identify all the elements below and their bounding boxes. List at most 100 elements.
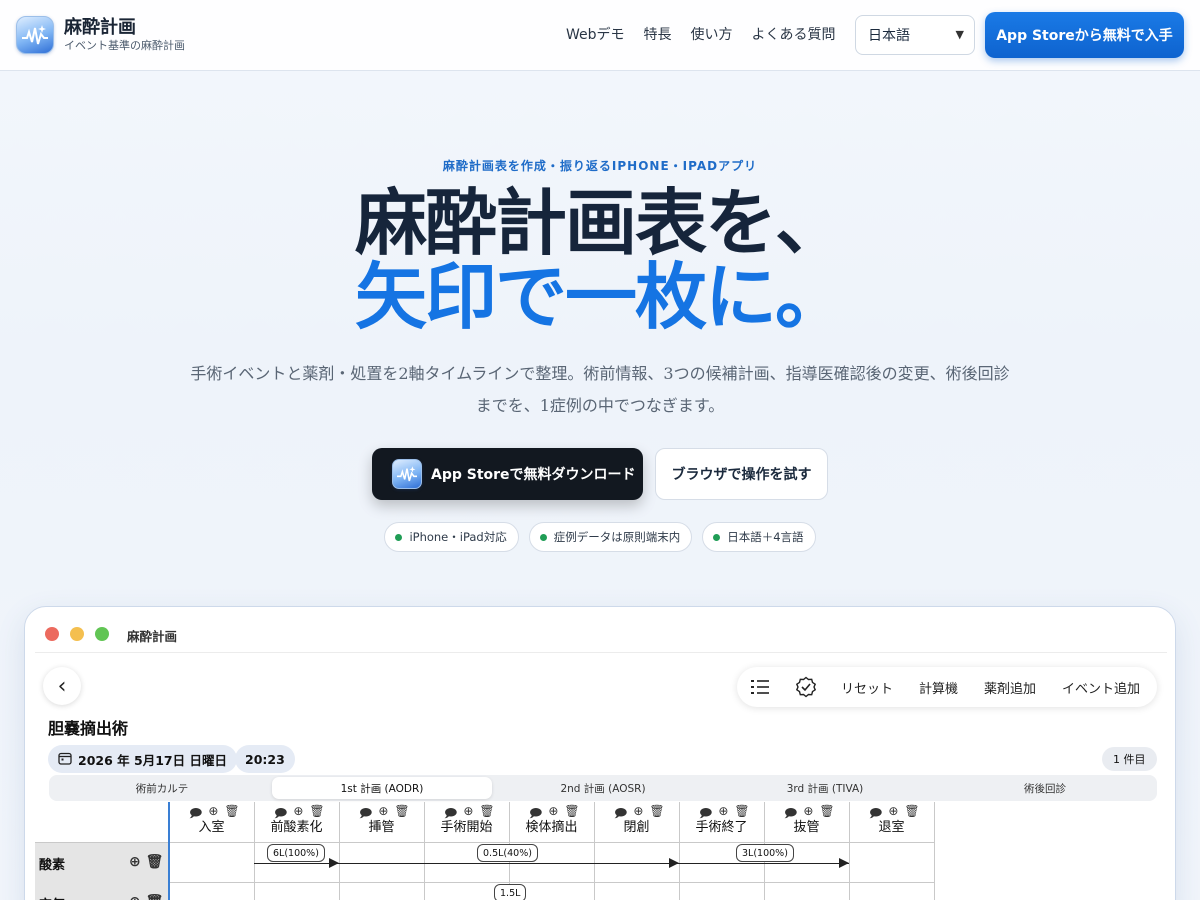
window-zoom-icon[interactable]: [95, 627, 109, 641]
event-column-header[interactable]: 🗩 ⊕ 🗑 挿管: [339, 802, 424, 842]
event-label: 抜管: [793, 820, 820, 835]
tab-preop-chart[interactable]: 術前カルテ: [52, 777, 272, 799]
grid-line: [35, 882, 935, 883]
flow-arrow-line: [679, 863, 849, 864]
flow-arrow-line: [254, 863, 339, 864]
add-drug-button[interactable]: 薬剤追加: [984, 678, 1036, 697]
main-nav: Webデモ 特長 使い方 よくある質問: [566, 25, 855, 45]
feature-chip-label: 症例データは原則端末内: [553, 530, 681, 544]
try-in-browser-button[interactable]: ブラウザで操作を試す: [655, 448, 828, 500]
back-button[interactable]: ‹: [43, 667, 81, 705]
event-column-header[interactable]: 🗩 ⊕ 🗑 入室: [169, 802, 254, 842]
feature-chip: 日本語＋4言語: [702, 522, 816, 552]
date-picker[interactable]: 2026 年 5月17日 日曜日: [48, 745, 237, 773]
event-label: 挿管: [368, 820, 395, 835]
grid-line: [35, 842, 935, 843]
date-value: 2026 年 5月17日 日曜日: [78, 752, 227, 768]
add-circle-icon[interactable]: ⊕: [129, 854, 141, 870]
time-picker[interactable]: 20:23: [235, 745, 295, 773]
event-label: 閉創: [623, 820, 650, 835]
chevron-left-icon: ‹: [57, 673, 67, 699]
window-titlebar: 麻酔計画: [35, 617, 1167, 653]
verified-check-icon[interactable]: [795, 676, 817, 698]
flow-rate-label[interactable]: 6L(100%): [267, 844, 325, 862]
window-minimize-icon[interactable]: [70, 627, 84, 641]
plan-tabs: 術前カルテ 1st 計画 (AODR) 2nd 計画 (AOSR) 3rd 計画…: [49, 775, 1157, 801]
event-column-header[interactable]: 🗩 ⊕ 🗑 検体摘出: [509, 802, 594, 842]
feature-chips: iPhone・iPad対応 症例データは原則端末内 日本語＋4言語: [0, 522, 1200, 552]
feature-chip: iPhone・iPad対応: [384, 522, 519, 552]
language-select-value: 日本語: [868, 28, 910, 44]
feature-chip-label: iPhone・iPad対応: [409, 530, 507, 544]
event-label: 入室: [198, 820, 225, 835]
window-close-icon[interactable]: [45, 627, 59, 641]
hero-title: 麻酔計画表を、 矢印で一枚に。: [0, 186, 1200, 334]
event-column-header[interactable]: 🗩 ⊕ 🗑 閉創: [594, 802, 679, 842]
event-label: 退室: [878, 820, 905, 835]
nav-faq[interactable]: よくある質問: [752, 25, 836, 45]
flow-arrow-line: [339, 863, 679, 864]
tab-plan-2nd[interactable]: 2nd 計画 (AOSR): [492, 777, 714, 799]
arrow-head-icon: [329, 858, 339, 868]
brand[interactable]: 麻酔計画 イベント基準の麻酔計画: [16, 16, 185, 54]
hero-title-line1: 麻酔計画表を、: [354, 180, 847, 265]
nav-features[interactable]: 特長: [644, 25, 672, 45]
calendar-icon: [58, 751, 72, 768]
trash-icon[interactable]: 🗑: [146, 854, 164, 870]
grid-line: [934, 802, 935, 900]
brand-name: 麻酔計画: [64, 17, 136, 38]
event-column-header[interactable]: 🗩 ⊕ 🗑 抜管: [764, 802, 849, 842]
event-label: 手術終了: [695, 820, 748, 835]
app-store-download-label: App Storeで無料ダウンロード: [431, 467, 636, 483]
event-column-header[interactable]: 🗩 ⊕ 🗑 手術終了: [679, 802, 764, 842]
reset-button[interactable]: リセット: [841, 678, 893, 697]
tab-plan-1st[interactable]: 1st 計画 (AODR): [272, 777, 492, 799]
chevron-down-icon: ▼: [955, 28, 964, 41]
nav-how-to[interactable]: 使い方: [691, 25, 733, 45]
row-tools: ⊕ 🗑: [129, 854, 163, 870]
app-preview-window: 麻酔計画 ‹ リセット 計算機 薬剤追加 イベント追加 胆嚢摘出術 2026 年…: [24, 606, 1176, 900]
event-column-header[interactable]: 🗩 ⊕ 🗑 退室: [849, 802, 934, 842]
drug-row-name: 空気: [39, 894, 65, 900]
case-count-badge: 1 件目: [1102, 747, 1157, 771]
app-store-download-button[interactable]: App Storeで無料ダウンロード: [372, 448, 643, 500]
event-label: 検体摘出: [525, 820, 578, 835]
app-logo-icon: [16, 16, 54, 54]
add-event-button[interactable]: イベント追加: [1062, 678, 1140, 697]
time-value: 20:23: [245, 751, 285, 767]
drug-row-name: 酸素: [39, 857, 66, 873]
drug-row-label[interactable]: 酸素 ⊕ 🗑: [35, 843, 168, 883]
flow-rate-label[interactable]: 3L(100%): [736, 844, 794, 862]
event-label: 手術開始: [440, 820, 493, 835]
nav-web-demo[interactable]: Webデモ: [566, 25, 625, 45]
calculator-button[interactable]: 計算機: [919, 678, 958, 697]
hero-description: 手術イベントと薬剤・処置を2軸タイムラインで整理。術前情報、3つの候補計画、指導…: [190, 364, 1010, 415]
flow-rate-label[interactable]: 1.5L: [494, 884, 527, 900]
drug-row-label[interactable]: 空気 ⊕ 🗑: [35, 883, 168, 900]
header-app-store-button[interactable]: App Storeから無料で入手: [985, 12, 1184, 58]
flow-rate-label[interactable]: 0.5L(40%): [477, 844, 538, 862]
window-title: 麻酔計画: [127, 629, 178, 644]
language-select[interactable]: 日本語 ▼: [855, 15, 975, 55]
tab-postop-round[interactable]: 術後回診: [936, 777, 1154, 799]
app-toolbar: リセット 計算機 薬剤追加 イベント追加: [737, 667, 1157, 707]
row-tools: ⊕ 🗑: [129, 894, 163, 900]
brand-tagline: イベント基準の麻酔計画: [64, 39, 185, 52]
status-dot-icon: [539, 533, 547, 541]
feature-chip-label: 日本語＋4言語: [727, 530, 804, 544]
tab-plan-3rd[interactable]: 3rd 計画 (TIVA): [714, 777, 936, 799]
app-logo-icon: [392, 459, 422, 489]
arrow-head-icon: [839, 858, 849, 868]
timeline-grid: 🗩 ⊕ 🗑 入室 🗩 ⊕ 🗑 前酸素化 🗩 ⊕ 🗑 挿管 🗩 ⊕ 🗑 手術開始 🗩 ⊕ 🗑 検体摘出…: [35, 802, 1167, 900]
site-header: 麻酔計画 イベント基準の麻酔計画 Webデモ 特長 使い方 よくある質問 日本語…: [0, 0, 1200, 71]
event-column-header[interactable]: 🗩 ⊕ 🗑 手術開始: [424, 802, 509, 842]
feature-chip: 症例データは原則端末内: [528, 522, 693, 552]
event-column-header[interactable]: 🗩 ⊕ 🗑 前酸素化: [254, 802, 339, 842]
add-circle-icon[interactable]: ⊕: [129, 894, 141, 900]
list-icon[interactable]: [749, 676, 771, 698]
arrow-head-icon: [669, 858, 679, 868]
status-dot-icon: [713, 533, 721, 541]
trash-icon[interactable]: 🗑: [146, 894, 164, 900]
event-label: 前酸素化: [270, 820, 323, 835]
hero-title-line2: 矢印で一枚に。: [354, 254, 847, 339]
